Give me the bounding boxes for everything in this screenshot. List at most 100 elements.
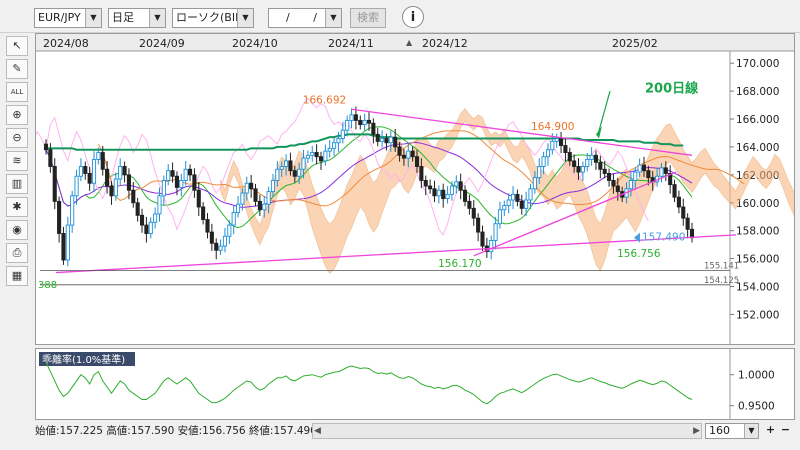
deviation-y-tick-label: 0.9500 bbox=[738, 401, 775, 413]
x-tick-label: 2024/10 bbox=[232, 37, 278, 50]
high-label: 166.692 bbox=[303, 95, 346, 107]
candle-body bbox=[659, 167, 664, 177]
price-chart[interactable]: 2024/08 2024/09 2024/10 2024/11 2024/12 2025/… bbox=[36, 34, 794, 344]
candle-body bbox=[148, 221, 153, 234]
candle-body bbox=[493, 223, 498, 241]
period-value: 日足 bbox=[112, 11, 134, 24]
candle-body bbox=[244, 182, 249, 194]
candle-body bbox=[410, 150, 415, 158]
candle-body bbox=[91, 159, 97, 184]
horizontal-scrollbar[interactable]: ◀ ▶ bbox=[312, 423, 702, 439]
candle-body bbox=[637, 164, 642, 173]
zoom-in-button[interactable]: + bbox=[764, 423, 777, 439]
low-value: 安値:156.756 bbox=[177, 425, 246, 437]
left-toolbar: ↖ ✎ ALL ⊕ ⊖ ≋ ▥ ✱ ◉ ⎙ ▦ bbox=[6, 36, 30, 289]
candle-body bbox=[519, 200, 524, 209]
candle-body bbox=[672, 184, 677, 198]
candle-body bbox=[550, 140, 555, 151]
eye-icon[interactable]: ◉ bbox=[6, 220, 28, 240]
candle-body bbox=[96, 152, 101, 160]
candle-body bbox=[445, 193, 450, 200]
main-chart-panel[interactable]: 2024/08 2024/09 2024/10 2024/11 2024/12 2025/… bbox=[35, 33, 795, 345]
candle-body bbox=[131, 189, 136, 204]
chart-kind-select[interactable]: ローソク(BID) ▼ bbox=[172, 8, 254, 28]
candle-body bbox=[253, 188, 258, 202]
print-icon[interactable]: ⎙ bbox=[6, 243, 28, 263]
low-label: 156.170 bbox=[438, 258, 481, 270]
candle-body bbox=[541, 156, 546, 167]
candle-body bbox=[449, 185, 454, 195]
zoom-out-icon[interactable]: ⊖ bbox=[6, 128, 28, 148]
zoom-select[interactable]: 160 ▼ bbox=[705, 423, 759, 439]
candle-body bbox=[205, 219, 210, 233]
candle-body bbox=[423, 179, 428, 187]
info-icon[interactable]: i bbox=[402, 6, 424, 28]
candle-body bbox=[161, 179, 166, 197]
candle-body bbox=[419, 166, 424, 181]
settings-icon[interactable]: ✱ bbox=[6, 197, 28, 217]
zoom-out-button[interactable]: − bbox=[779, 423, 792, 439]
chevron-down-icon[interactable]: ▼ bbox=[325, 9, 341, 27]
candle-body bbox=[428, 185, 433, 190]
candle-body bbox=[297, 168, 302, 177]
currency-pair-select[interactable]: EUR/JPY ▼ bbox=[34, 8, 102, 28]
candle-body bbox=[593, 154, 599, 163]
candle-body bbox=[515, 193, 520, 202]
candle-body bbox=[489, 240, 494, 253]
period-select[interactable]: 日足 ▼ bbox=[108, 8, 166, 28]
chevron-down-icon[interactable]: ▼ bbox=[744, 424, 758, 438]
date-value: / / bbox=[286, 11, 327, 24]
candle-icon[interactable]: ▥ bbox=[6, 174, 28, 194]
indicator-icon[interactable]: ≋ bbox=[6, 151, 28, 171]
table-icon[interactable]: ▦ bbox=[6, 266, 28, 286]
candle-body bbox=[209, 231, 214, 244]
candle-body bbox=[113, 178, 118, 197]
candle-body bbox=[218, 245, 223, 251]
ma-annotation: 200日線 bbox=[645, 80, 699, 96]
candle-body bbox=[388, 136, 393, 144]
candle-body bbox=[109, 185, 114, 197]
candle-body bbox=[65, 224, 70, 261]
candle-body bbox=[236, 203, 241, 213]
candle-body bbox=[310, 152, 315, 156]
candle-body bbox=[323, 150, 328, 162]
scroll-left-icon[interactable]: ◀ bbox=[314, 424, 321, 438]
candle-body bbox=[196, 189, 201, 208]
candle-body bbox=[559, 138, 564, 146]
last-price-label: 157.490 bbox=[642, 231, 685, 243]
search-button[interactable]: 検索 bbox=[350, 8, 386, 28]
candle-body bbox=[480, 231, 485, 247]
ma-annotation-arrowhead bbox=[596, 125, 602, 139]
candle-body bbox=[524, 199, 529, 209]
candle-body bbox=[506, 199, 511, 207]
candle-body bbox=[43, 143, 49, 151]
chevron-down-icon[interactable]: ▼ bbox=[149, 9, 165, 27]
candle-body bbox=[689, 228, 695, 239]
deviation-panel[interactable]: 1.0000 0.9500 乖離率(1.0%基準) bbox=[35, 348, 795, 420]
candle-body bbox=[74, 175, 79, 197]
candle-body bbox=[57, 200, 62, 234]
pen-icon[interactable]: ✎ bbox=[6, 59, 28, 79]
candle-body bbox=[170, 170, 175, 177]
chevron-down-icon[interactable]: ▼ bbox=[237, 9, 253, 27]
candle-body bbox=[397, 146, 402, 156]
candle-body bbox=[554, 138, 559, 142]
candle-body bbox=[576, 166, 581, 173]
candle-body bbox=[681, 206, 686, 219]
candle-body bbox=[607, 173, 612, 181]
candle-body bbox=[353, 114, 358, 121]
cursor-icon[interactable]: ↖ bbox=[6, 36, 28, 56]
candle-body bbox=[502, 205, 507, 211]
candle-body bbox=[545, 149, 551, 158]
x-tick-label: 2024/12 bbox=[422, 37, 468, 50]
date-input[interactable]: / / ▼ bbox=[268, 8, 342, 28]
y-tick-label: 166.000 bbox=[736, 114, 779, 126]
candle-body bbox=[279, 166, 284, 170]
zoom-in-icon[interactable]: ⊕ bbox=[6, 105, 28, 125]
scroll-right-icon[interactable]: ▶ bbox=[693, 424, 700, 438]
deviation-chart[interactable]: 1.0000 0.9500 乖離率(1.0%基準) bbox=[36, 349, 794, 419]
chevron-down-icon[interactable]: ▼ bbox=[85, 9, 101, 27]
erase-all-icon[interactable]: ALL bbox=[6, 82, 28, 102]
candle-body bbox=[122, 166, 127, 176]
high-label: 164.900 bbox=[531, 121, 574, 133]
